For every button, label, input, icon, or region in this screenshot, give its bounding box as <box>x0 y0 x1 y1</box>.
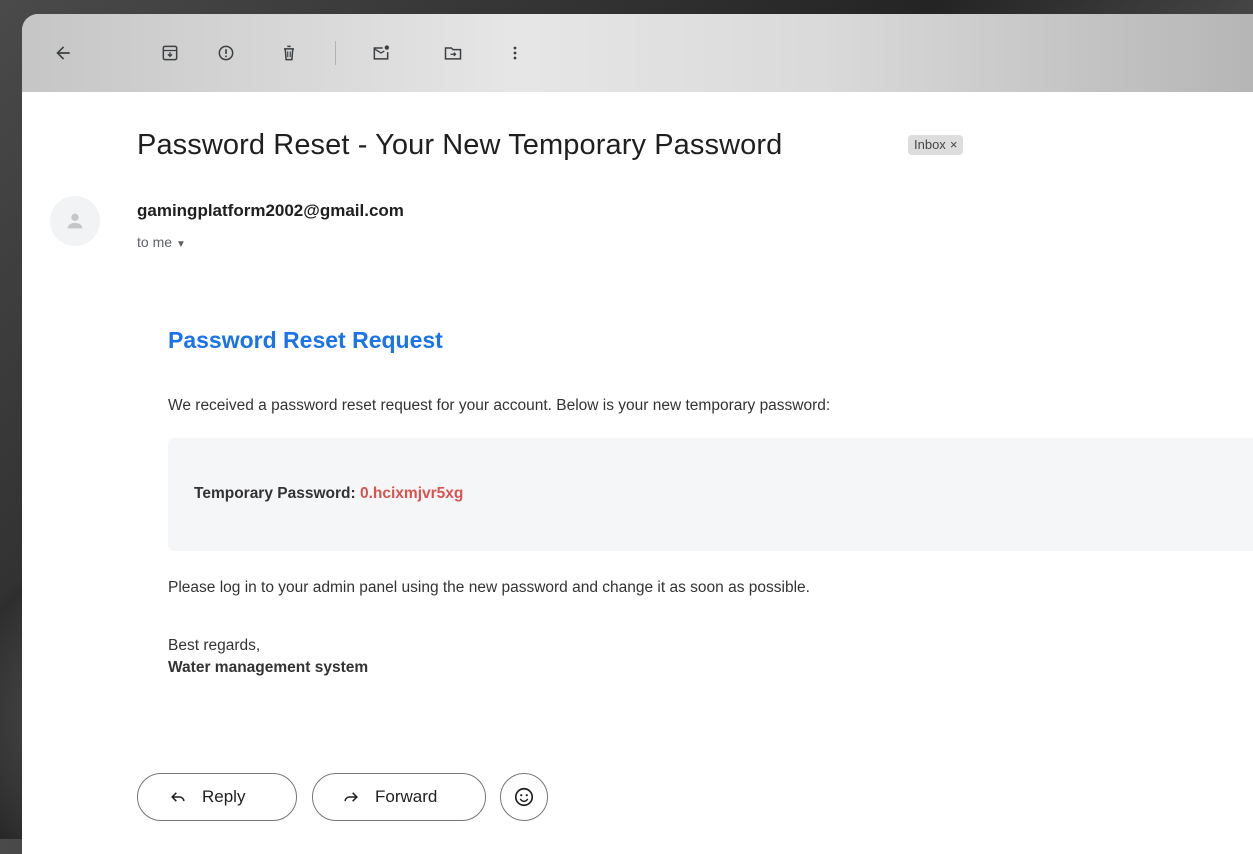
chevron-down-icon[interactable]: ▼ <box>176 239 186 250</box>
delete-icon[interactable] <box>278 42 300 64</box>
recipient-details[interactable]: to me ▼ <box>137 234 186 250</box>
forward-label: Forward <box>375 787 438 806</box>
report-spam-icon[interactable] <box>215 42 237 64</box>
back-arrow-icon[interactable] <box>52 42 74 64</box>
reply-button[interactable]: Reply <box>137 773 297 821</box>
more-options-icon[interactable] <box>504 42 526 64</box>
password-value: 0.hcixmjvr5xg <box>359 485 464 502</box>
password-label: Temporary Password: <box>194 485 360 502</box>
move-to-icon[interactable] <box>442 42 464 64</box>
person-icon <box>67 213 83 229</box>
email-toolbar <box>22 14 1253 92</box>
inbox-label[interactable]: Inbox × <box>908 135 964 155</box>
signature-organization: Water management system <box>168 659 369 676</box>
email-subject: Password Reset - Your New Temporary Pass… <box>137 129 783 161</box>
smiley-icon <box>514 787 534 807</box>
body-intro: We received a password reset request for… <box>168 397 831 414</box>
password-box: Temporary Password: 0.hcixmjvr5xg <box>168 438 1253 551</box>
email-view: Password Reset - Your New Temporary Pass… <box>22 14 1253 854</box>
signature-closing: Best regards, <box>168 637 261 654</box>
avatar[interactable] <box>50 196 100 246</box>
reply-icon <box>171 792 185 802</box>
recipient-text: to me <box>137 234 173 250</box>
forward-button[interactable]: Forward <box>312 773 486 821</box>
sender-address[interactable]: gamingplatform2002@gmail.com <box>137 201 404 221</box>
body-instruction: Please log in to your admin panel using … <box>168 579 810 596</box>
forward-icon <box>344 792 358 802</box>
toolbar-divider <box>335 41 336 65</box>
inbox-label-text: Inbox <box>914 137 946 152</box>
reply-label: Reply <box>202 787 246 806</box>
archive-icon[interactable] <box>159 42 181 64</box>
mark-unread-icon[interactable] <box>370 42 392 64</box>
signature: Best regards, Water management system <box>168 637 368 677</box>
emoji-reaction-button[interactable] <box>500 773 548 821</box>
remove-label-icon[interactable]: × <box>950 137 958 152</box>
body-heading: Password Reset Request <box>168 327 443 353</box>
password-line: Temporary Password: 0.hcixmjvr5xg <box>194 485 463 503</box>
